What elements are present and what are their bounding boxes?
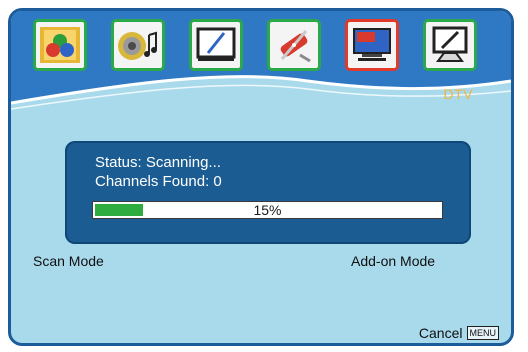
monitor-icon bbox=[196, 27, 236, 61]
menu-tabs bbox=[11, 19, 511, 79]
tools-icon bbox=[280, 30, 311, 63]
sound-icon bbox=[118, 31, 157, 60]
cancel-label: Cancel bbox=[418, 325, 463, 341]
channels-found: Channels Found: 0 bbox=[95, 173, 222, 190]
dtv-scan-screen: DTV Status: Scanning... Channels Found: … bbox=[8, 8, 514, 346]
addon-mode-option[interactable]: Add-on Mode bbox=[351, 253, 435, 269]
tab-dtv[interactable] bbox=[345, 19, 399, 71]
menu-key-badge: MENU bbox=[466, 326, 499, 340]
dtv-icon bbox=[353, 28, 391, 61]
picture-icon bbox=[40, 27, 80, 63]
status-text: Status: Scanning... bbox=[95, 154, 221, 171]
pc-input-icon bbox=[432, 26, 468, 62]
section-label: DTV bbox=[443, 86, 473, 102]
tab-sound[interactable] bbox=[111, 19, 165, 71]
tab-pc[interactable] bbox=[423, 19, 477, 71]
tab-screen[interactable] bbox=[189, 19, 243, 71]
tab-picture[interactable] bbox=[33, 19, 87, 71]
scan-progress-bar: 15% bbox=[92, 201, 443, 219]
scan-status-panel: Status: Scanning... Channels Found: 0 15… bbox=[65, 141, 471, 244]
tab-tools[interactable] bbox=[267, 19, 321, 71]
scan-mode-option[interactable]: Scan Mode bbox=[33, 253, 104, 269]
cancel-button[interactable]: Cancel MENU bbox=[419, 325, 499, 341]
progress-percent: 15% bbox=[253, 202, 282, 218]
